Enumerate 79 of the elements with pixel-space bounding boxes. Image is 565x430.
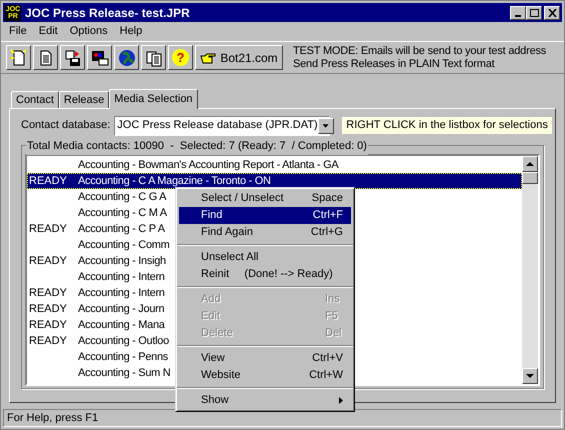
menu-item[interactable]: Find Again Ctrl+G [179, 224, 351, 241]
media-name-cell-text: Accounting - Mana [78, 318, 165, 333]
notice-text: TEST MODE: Emails will be send to your test address [293, 44, 546, 58]
help-icon: ? [172, 49, 189, 66]
close-icon[interactable] [544, 6, 560, 20]
tab[interactable]: Contact [11, 91, 59, 108]
status-cell-text: READY [28, 318, 68, 333]
menu-item[interactable]: Website Ctrl+W [179, 367, 351, 384]
media-name-cell-text: Accounting - Penns [78, 350, 168, 365]
toolbar-button[interactable] [33, 45, 58, 70]
list-row[interactable]: Accounting - Sum N [27, 365, 170, 381]
toolbar-button[interactable] [60, 45, 85, 70]
maximize-icon[interactable] [526, 6, 542, 20]
status-cell-text: READY [28, 254, 68, 269]
status-cell-text: READY [28, 334, 68, 349]
status-cell-text: READY [28, 222, 68, 237]
pointing-hand-icon [200, 52, 216, 64]
submenu-arrow-icon [339, 397, 343, 404]
media-name-cell-text: Accounting - Intern [78, 286, 165, 301]
menu-item[interactable]: Select / Unselect Space [179, 190, 351, 207]
notice-text: Send Press Releases in PLAIN Text format [293, 58, 496, 70]
media-name-cell-text: Accounting - Sum N [78, 366, 170, 381]
media-name-cell-text: Accounting - C G A [78, 190, 166, 205]
toolbar-button[interactable] [6, 45, 31, 70]
pages-icon [144, 48, 162, 66]
menu-item[interactable]: Unselect All [179, 249, 351, 266]
menu-item[interactable]: View Ctrl+V [179, 350, 351, 367]
media-name-cell-text: Accounting - Bowman's Accounting Report - Atlanta - GA [78, 158, 338, 173]
list-row[interactable]: READY Accounting - C A Magazine - Toronto - ON [27, 173, 522, 189]
list-row[interactable]: Accounting - Bowman's Accounting Report - Atlanta - GA [27, 157, 338, 173]
status-cell-text: READY [28, 286, 68, 301]
list-row[interactable]: READY Accounting - C P A [27, 221, 165, 237]
list-row[interactable]: Accounting - Intern [27, 269, 165, 285]
hint-text: RIGHT CLICK in the listbox for selections [342, 117, 552, 134]
list-row[interactable]: READY Accounting - Mana [27, 317, 165, 333]
media-name-cell-text: Accounting - Outloo [78, 334, 169, 349]
field-label: Contact database: [21, 118, 110, 134]
status-cell-text: READY [28, 174, 68, 189]
toolbar-button[interactable] [141, 45, 166, 70]
media-name-cell-text: Accounting - C M A [78, 206, 167, 221]
menu-item[interactable]: Reinit (Done! --> Ready) [179, 266, 351, 283]
list-row[interactable]: READY Accounting - Outloo [27, 333, 169, 349]
menu-bar-item[interactable]: Help [114, 23, 148, 40]
menu-bar-item[interactable]: Edit [32, 23, 64, 40]
minimize-icon[interactable] [510, 6, 526, 20]
new-document-icon [10, 48, 28, 66]
tab[interactable]: Media Selection [109, 89, 198, 109]
menu-bar-item[interactable]: Options [64, 23, 114, 40]
menu-item[interactable]: Find Ctrl+F [179, 207, 351, 224]
status-cell-text: READY [28, 302, 68, 317]
list-row[interactable]: READY Accounting - Insigh [27, 253, 166, 269]
media-name-cell-text: Accounting - Intern [78, 270, 165, 285]
group-title: Total Media contacts: 10090 - Selected: 7 (Ready: 7 / Completed: 0) [26, 138, 368, 154]
media-name-cell-text: Accounting - C P A [78, 222, 165, 237]
globe-icon [118, 48, 136, 66]
media-name-cell-text: Accounting - Journ [78, 302, 164, 317]
scroll-thumb[interactable] [522, 172, 538, 184]
scroll-down-icon[interactable] [522, 368, 538, 384]
list-row[interactable]: Accounting - C G A [27, 189, 166, 205]
save-document-icon [64, 48, 82, 66]
list-row[interactable]: READY Accounting - Journ [27, 301, 164, 317]
toolbar-button[interactable] [114, 45, 139, 70]
list-row[interactable]: Accounting - Penns [27, 349, 168, 365]
media-name-cell-text: Accounting - C A Magazine - Toronto - ON [78, 174, 271, 189]
list-row[interactable]: Accounting - C M A [27, 205, 167, 221]
help-button[interactable]: ? [168, 45, 193, 70]
toolbar-button[interactable] [87, 45, 112, 70]
scrollbar[interactable] [522, 156, 538, 384]
media-name-cell-text: Accounting - Comm [78, 238, 170, 253]
tab[interactable]: Release [58, 91, 110, 108]
menu-bar-item[interactable]: File [3, 23, 33, 40]
list-row[interactable]: Accounting - Comm [27, 237, 170, 253]
media-name-cell-text: Accounting - Insigh [78, 254, 166, 269]
website-button[interactable]: Bot21.com [195, 45, 283, 70]
menu-item[interactable]: Show [179, 392, 351, 409]
pictures-icon [90, 48, 108, 66]
list-row[interactable]: READY Accounting - Intern [27, 285, 165, 301]
window-title: JOC Press Release- test.JPR [25, 4, 190, 22]
scroll-up-icon[interactable] [522, 156, 538, 172]
